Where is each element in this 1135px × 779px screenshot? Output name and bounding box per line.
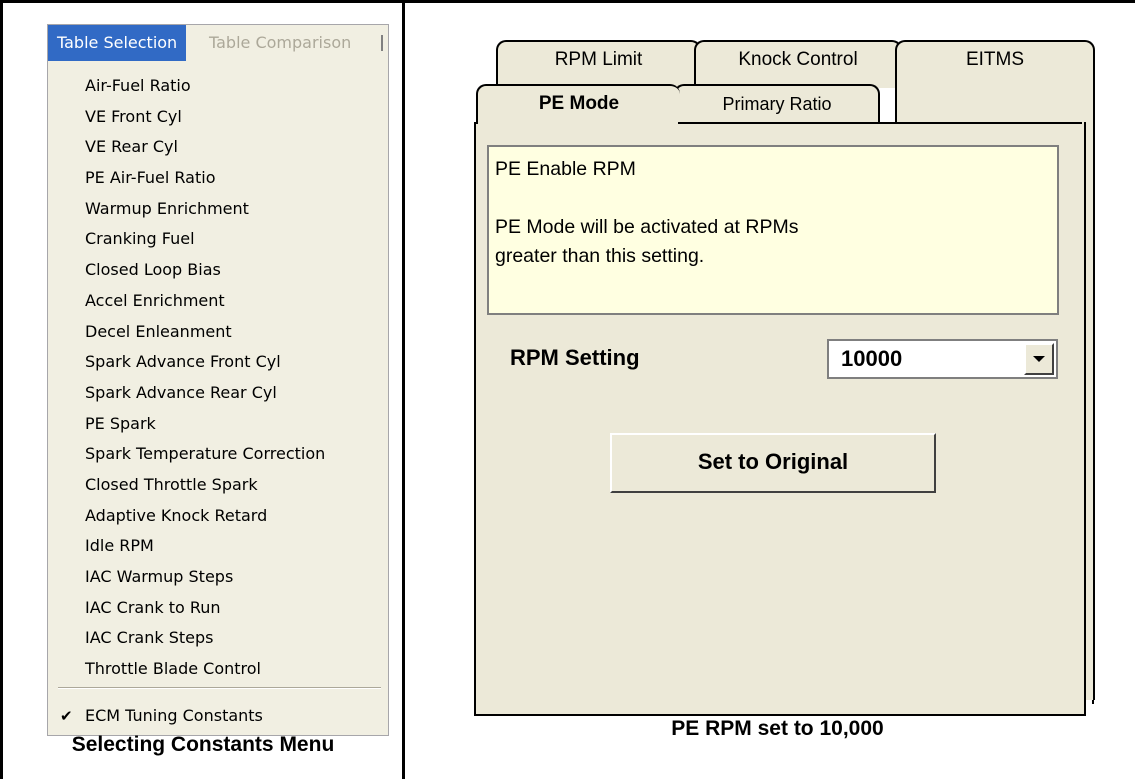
- menu-item[interactable]: PE Air-Fuel Ratio: [48, 163, 388, 194]
- tab-knock-control[interactable]: Knock Control: [694, 40, 902, 88]
- check-icon: ✔: [60, 707, 73, 725]
- menu-item-label: ECM Tuning Constants: [85, 706, 263, 725]
- menu-item[interactable]: Spark Advance Rear Cyl: [48, 378, 388, 409]
- menu-item[interactable]: Idle RPM: [48, 531, 388, 562]
- menu-item[interactable]: Decel Enleanment: [48, 317, 388, 348]
- frame-top-border: [0, 0, 1135, 3]
- menu-item[interactable]: Spark Temperature Correction: [48, 439, 388, 470]
- dropdown-button[interactable]: [1024, 343, 1054, 375]
- table-selection-menu: Table Selection Table Comparison Air-Fue…: [47, 24, 389, 736]
- menu-item[interactable]: Closed Throttle Spark: [48, 470, 388, 501]
- menu-item-ecm-tuning-constants[interactable]: ✔ ECM Tuning Constants: [48, 701, 263, 731]
- pe-mode-dialog: RPM Limit Knock Control EITMS Primary Ra…: [462, 40, 1095, 716]
- chevron-down-icon: [1033, 356, 1045, 362]
- tab-pe-mode[interactable]: PE Mode: [476, 84, 680, 124]
- menu-item[interactable]: Spark Advance Front Cyl: [48, 347, 388, 378]
- menu-item[interactable]: Accel Enrichment: [48, 286, 388, 317]
- menu-item[interactable]: Closed Loop Bias: [48, 255, 388, 286]
- frame-left-border: [0, 0, 3, 779]
- menu-item[interactable]: IAC Crank Steps: [48, 623, 388, 654]
- menu-item[interactable]: PE Spark: [48, 409, 388, 440]
- menu-item[interactable]: Air-Fuel Ratio: [48, 71, 388, 102]
- left-caption: Selecting Constants Menu: [71, 733, 335, 756]
- menubar-edge: [381, 35, 383, 51]
- menu-item[interactable]: IAC Crank to Run: [48, 593, 388, 624]
- menu-item[interactable]: Throttle Blade Control: [48, 654, 388, 685]
- menu-table-selection[interactable]: Table Selection: [48, 25, 187, 61]
- menu-item[interactable]: Cranking Fuel: [48, 224, 388, 255]
- panel-top-border: [678, 122, 1082, 124]
- info-title: PE Enable RPM: [495, 158, 636, 180]
- tab-primary-ratio[interactable]: Primary Ratio: [674, 84, 880, 124]
- menu-item[interactable]: VE Rear Cyl: [48, 132, 388, 163]
- info-description: PE Mode will be activated at RPMs greate…: [495, 216, 799, 267]
- info-box: PE Enable RPM PE Mode will be activated …: [487, 145, 1059, 315]
- rpm-setting-select[interactable]: 10000: [827, 339, 1058, 379]
- rpm-setting-label: RPM Setting: [510, 345, 640, 370]
- menu-table-comparison[interactable]: Table Comparison: [201, 25, 359, 61]
- menu-item[interactable]: IAC Warmup Steps: [48, 562, 388, 593]
- frame-divider: [402, 0, 405, 779]
- menu-separator: [58, 687, 381, 689]
- menu-item[interactable]: VE Front Cyl: [48, 102, 388, 133]
- rpm-setting-value: 10000: [841, 346, 903, 371]
- menubar: Table Selection Table Comparison: [48, 25, 388, 61]
- tab-rpm-limit[interactable]: RPM Limit: [496, 40, 701, 88]
- set-to-original-button[interactable]: Set to Original: [610, 433, 936, 493]
- right-caption: PE RPM set to 10,000: [671, 717, 884, 740]
- menu-item[interactable]: Warmup Enrichment: [48, 194, 388, 225]
- menu-item-list: Air-Fuel Ratio VE Front Cyl VE Rear Cyl PE …: [48, 71, 388, 685]
- menu-item[interactable]: Adaptive Knock Retard: [48, 501, 388, 532]
